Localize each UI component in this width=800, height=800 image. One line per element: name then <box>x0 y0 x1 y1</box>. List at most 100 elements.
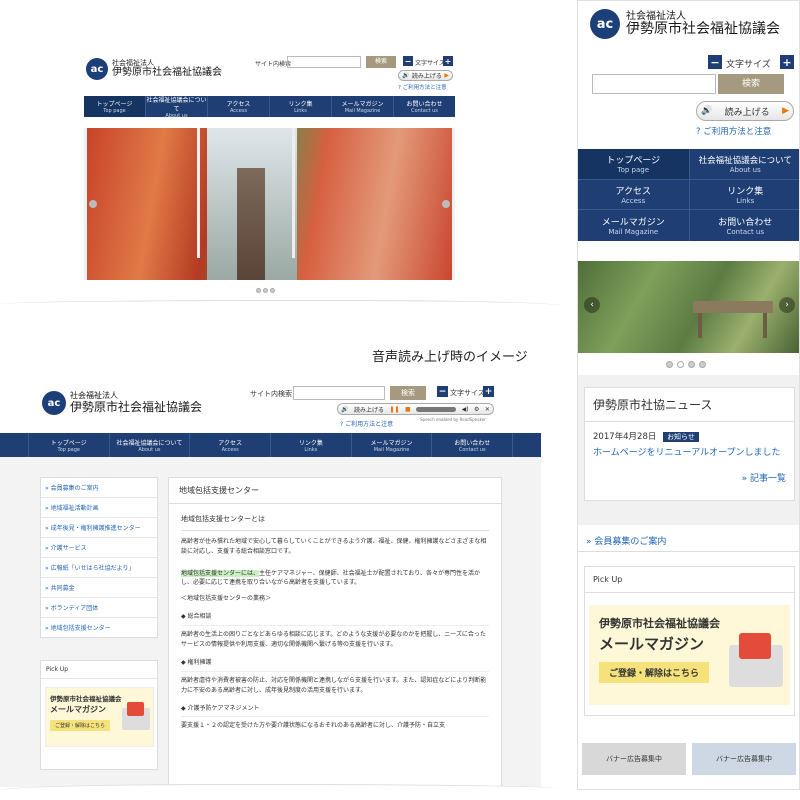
slider-dot[interactable] <box>699 361 706 368</box>
slider-next-button[interactable]: › <box>779 297 795 313</box>
nav-mail[interactable]: メールマガジン Mail Magazine <box>352 433 433 457</box>
slider-dot[interactable] <box>688 361 695 368</box>
mail-magazine-banner[interactable]: 伊勢原市社会福祉協議会 メールマガジン ご登録・解除はこちら <box>589 605 790 705</box>
stop-icon[interactable]: ■ <box>405 406 411 413</box>
banner-line1: 伊勢原市社会福祉協議会 <box>50 695 122 703</box>
search-input[interactable] <box>293 386 385 400</box>
sidebar-item-plan[interactable]: » 地域福祉活動計画 <box>41 498 157 518</box>
news-item-link[interactable]: ホームページをリニューアルオープンしました <box>585 442 794 461</box>
nav-about[interactable]: 社会福祉協議会について About us <box>110 433 191 457</box>
read-aloud-button[interactable]: 🔊 読み上げる ▶ <box>398 70 453 81</box>
slider-dot[interactable] <box>263 288 268 293</box>
mail-magazine-banner[interactable]: 伊勢原市社会福祉協議会 メールマガジン ご登録・解除はこちら <box>45 687 154 747</box>
nav-links[interactable]: リンク集 Links <box>270 96 332 117</box>
site-logo-mobile[interactable]: ac 社会福祉法人 伊勢原市社会福祉協議会 <box>590 9 780 39</box>
news-title: 伊勢原市社協ニュース <box>585 388 794 422</box>
search-input[interactable] <box>592 74 716 94</box>
nav-access[interactable]: アクセス Access <box>190 433 271 457</box>
nav-top[interactable]: トップページ Top page <box>578 149 690 180</box>
nav-access[interactable]: アクセス Access <box>578 179 690 211</box>
sidebar-item-guardian[interactable]: » 成年後見・権利擁護推進センター <box>41 518 157 538</box>
nav-about[interactable]: 社会福祉協議会について About us <box>146 96 208 119</box>
site-logo-2[interactable]: ac 社会福祉法人 伊勢原市社会福祉協議会 <box>42 391 202 415</box>
sidebar-item-care[interactable]: » 介護サービス <box>41 538 157 558</box>
slider-prev-button[interactable] <box>89 200 97 208</box>
section3-text: 要支援１・２の認定を受けた方や要介護状態になるおそれのある高齢者に対し、介護予防… <box>181 722 446 730</box>
search-label: サイト内検索 <box>255 61 292 68</box>
nav-mail[interactable]: メールマガジン Mail Magazine <box>578 210 690 241</box>
progress-bar[interactable] <box>416 406 457 412</box>
close-icon[interactable]: ✕ <box>485 406 490 413</box>
search-input[interactable] <box>287 56 361 68</box>
news-area: 伊勢原市社協ニュース 2017年4月28日 お知らせ ホームページをリニューアル… <box>578 375 799 525</box>
article-para1: 高齢者が住み慣れた地域で安心して暮らしていくことができるよう介護、福祉、保健、権… <box>181 537 487 555</box>
main-nav: トップページ Top page 社会福祉協議会について About us アクセス A… <box>0 433 541 457</box>
nav-mail[interactable]: メールマガジン Mail Magazine <box>332 96 394 117</box>
nav-access[interactable]: アクセス Access <box>208 96 270 117</box>
hero-image <box>87 128 452 280</box>
mobile-hero-image: ‹ › <box>578 261 799 353</box>
sidebar-menu: » 会員募集のご案内 » 地域福祉活動計画 » 成年後見・権利擁護推進センター … <box>40 477 158 638</box>
slider-dot[interactable] <box>270 288 275 293</box>
envelope-icon <box>122 702 150 730</box>
sidebar-item-volunteer[interactable]: » ボランティア団体 <box>41 598 157 618</box>
sidebar-item-fundraising[interactable]: » 共同募金 <box>41 578 157 598</box>
mobile-screenshot: ac 社会福祉法人 伊勢原市社会福祉協議会 − 文字サイズ + 検索 🔊 読み上… <box>577 0 800 790</box>
read-aloud-player: 🔊 読み上げる ❚❚ ■ ◀) ⚙ ✕ <box>337 403 494 415</box>
sidebar-item-support-center[interactable]: » 地域包括支援センター <box>41 618 157 637</box>
nav-top[interactable]: トップページ Top page <box>29 433 110 457</box>
usage-link[interactable]: ? ご利用方法と注意 <box>696 125 771 137</box>
pickup-title: Pick Up <box>585 567 794 593</box>
usage-link[interactable]: ? ご利用方法と注意 <box>340 419 393 428</box>
sidebar-item-member[interactable]: » 会員募集のご案内 <box>41 478 157 498</box>
slider-prev-button[interactable]: ‹ <box>584 297 600 313</box>
settings-icon[interactable]: ⚙ <box>474 406 479 413</box>
slider-dot[interactable] <box>677 361 684 368</box>
volume-icon[interactable]: ◀) <box>462 406 469 413</box>
voice-screenshot: ac 社会福祉法人 伊勢原市社会福祉協議会 サイト内検索 検索 − 文字サイズ … <box>0 377 541 787</box>
font-size-minus-button[interactable]: − <box>708 55 722 69</box>
news-more-link[interactable]: » 記事一覧 <box>585 461 794 484</box>
read-aloud-button[interactable]: 🔊 読み上げる ▶ <box>696 101 794 121</box>
nav-about[interactable]: 社会福祉協議会について About us <box>689 149 799 180</box>
pause-icon[interactable]: ❚❚ <box>389 406 399 413</box>
usage-link[interactable]: ? ご利用方法と注意 <box>398 83 447 91</box>
slider-dot[interactable] <box>666 361 673 368</box>
nav-links[interactable]: リンク集 Links <box>689 180 799 211</box>
search-button[interactable]: 検索 <box>366 56 396 68</box>
member-link[interactable]: » 会員募集のご案内 <box>586 534 666 547</box>
sidebar-item-newsletter[interactable]: » 広報紙「いせはら社協だより」 <box>41 558 157 578</box>
nav-links[interactable]: リンク集 Links <box>271 433 352 457</box>
logo-line2: 伊勢原市社会福祉協議会 <box>626 20 780 37</box>
banner-ad-2[interactable]: バナー広告募集中 <box>692 743 796 775</box>
slider-next-button[interactable] <box>442 200 450 208</box>
nav-contact[interactable]: お問い合わせ Contact us <box>690 210 800 241</box>
banner-ad-1[interactable]: バナー広告募集中 <box>582 743 686 775</box>
section1-title: ◆ 総合相談 <box>181 612 489 627</box>
content-area: » 会員募集のご案内 » 地域福祉活動計画 » 成年後見・権利擁護推進センター … <box>0 457 541 787</box>
site-logo[interactable]: ac 社会福祉法人 伊勢原市社会福祉協議会 <box>86 58 222 80</box>
pickup-title: Pick Up <box>41 661 157 679</box>
nav-top[interactable]: トップページ Top page <box>84 96 146 117</box>
pickup-box: Pick Up 伊勢原市社会福祉協議会 メールマガジン ご登録・解除はこちら <box>40 660 158 770</box>
search-button[interactable]: 検索 <box>718 74 784 94</box>
font-size-plus-button[interactable]: + <box>443 56 453 66</box>
search-button[interactable]: 検索 <box>390 386 426 400</box>
font-size-plus-button[interactable]: + <box>483 386 494 397</box>
slider-dots <box>666 361 706 368</box>
logo-mark-icon: ac <box>590 9 620 39</box>
article-para2: 地域包括支援センターには、主任ケアマネジャー、保健師、社会福祉士が配置されており… <box>181 569 481 587</box>
reading-highlight: 地域包括支援センターには、 <box>181 569 260 577</box>
search-label: サイト内検索 <box>250 390 292 398</box>
font-size-minus-button[interactable]: − <box>437 386 448 397</box>
font-size-label: 文字サイズ <box>415 60 445 67</box>
slider-dot[interactable] <box>256 288 261 293</box>
nav-contact[interactable]: お問い合わせ Contact us <box>394 96 455 117</box>
slider-dots <box>256 288 275 293</box>
font-size-plus-button[interactable]: + <box>780 55 794 69</box>
speaker-icon: 🔊 <box>341 405 349 413</box>
banner-cta: ご登録・解除はこちら <box>50 720 110 731</box>
font-size-minus-button[interactable]: − <box>403 56 413 66</box>
nav-contact[interactable]: お問い合わせ Contact us <box>432 433 514 457</box>
